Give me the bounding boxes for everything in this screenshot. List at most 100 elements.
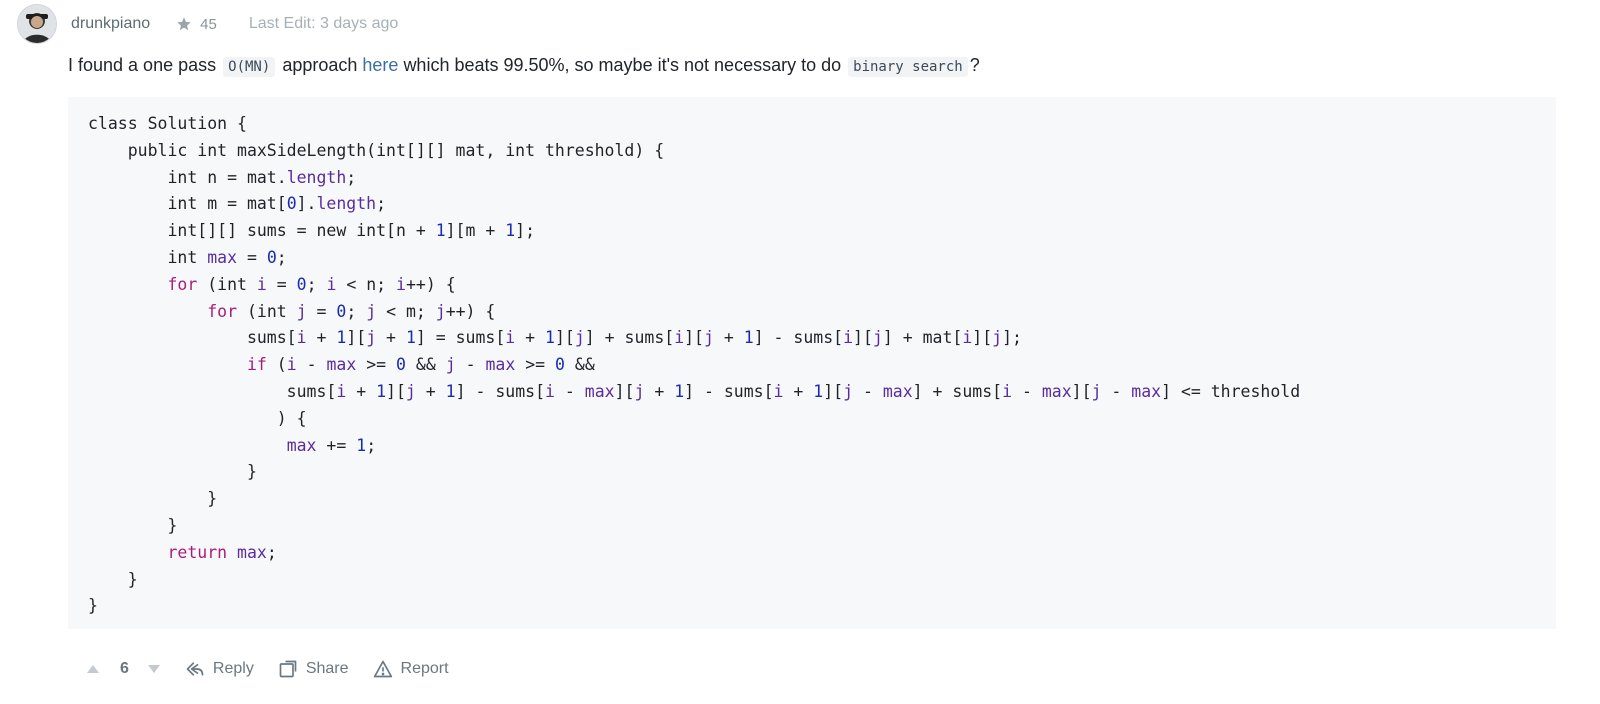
code-token: 1 [813,381,824,401]
code-token: j [1091,381,1102,401]
inline-code-complexity: O(MN) [223,57,276,77]
code-token: max [882,381,913,401]
code-token: 0 [296,274,307,294]
code-line: sums[i + 1][j + 1] = sums[i + 1][j] + su… [88,325,1556,352]
code-token: ] - sums[ [753,328,844,348]
code-token: = [237,247,267,267]
reply-button[interactable]: Reply [185,659,254,679]
code-token: ][ [346,328,367,348]
code-token: int [88,247,208,267]
code-token: ; [276,247,287,267]
report-button[interactable]: Report [373,659,449,679]
code-token: j [704,328,714,348]
upvote-icon[interactable] [86,664,100,674]
code-token: 0 [555,355,565,375]
code-token: 1 [545,328,555,348]
share-label: Share [305,660,349,677]
downvote-icon[interactable] [147,664,161,674]
code-token: i [296,328,307,348]
code-token: max [1041,381,1072,401]
code-token: i [545,381,555,401]
code-token: - [554,381,585,401]
last-edit-timestamp: Last Edit: 3 days ago [248,15,399,32]
code-token: ][ [684,328,704,348]
code-token: for [207,301,238,321]
author-name[interactable]: drunkpiano [71,15,150,33]
code-token: j [634,381,645,401]
code-token: max [326,355,357,375]
code-token: < n; [336,274,397,294]
avatar-image [18,5,56,43]
code-token: 1 [356,435,367,455]
report-label: Report [400,660,449,677]
code-token: + [376,328,406,348]
code-token: int n = mat. [88,167,287,187]
code-line: } [88,486,1556,513]
code-line: int max = 0; [88,245,1556,272]
code-token: ; [266,542,277,562]
code-token: ] = sums[ [415,328,506,348]
code-line: public int maxSideLength(int[][] mat, in… [88,138,1556,165]
code-line: } [88,513,1556,540]
share-icon [279,660,297,678]
code-line: int m = mat[0].length; [88,191,1556,218]
code-token: ; [376,194,387,214]
code-token: ][m + [445,221,506,241]
share-button[interactable]: Share [278,659,349,679]
code-token: 0 [286,194,297,214]
code-token: + [415,381,446,401]
code-token: + [644,381,675,401]
code-line: } [88,593,1556,620]
code-token: + [306,328,337,348]
here-link[interactable]: here [362,55,398,75]
code-token: >= [356,355,397,375]
code-token: i [773,381,784,401]
code-token: (int [237,301,297,321]
code-token: class Solution { [88,114,247,133]
code-token: j [296,301,307,321]
code-token: max [1131,381,1162,401]
code-line: return max; [88,540,1556,567]
code-token: if [246,355,267,375]
code-token: ] - sums[ [684,381,774,401]
code-token: j [405,381,416,401]
code-token: } [88,596,98,616]
code-token: + [783,381,814,401]
code-token: j [435,301,446,321]
code-line: ) { [88,406,1556,433]
reply-label: Reply [212,660,254,677]
code-token: length [286,167,347,187]
code-token: ; [306,274,327,294]
code-token: i [396,274,406,294]
code-token: max [485,355,516,375]
report-icon [373,660,392,678]
code-token: } [88,489,218,509]
inline-code-binary-search: binary search [848,57,968,77]
code-token: } [88,569,138,589]
code-line: sums[i + 1][j + 1] - sums[i - max][j + 1… [88,379,1556,406]
code-line: for (int j = 0; j < m; j++) { [88,299,1556,326]
code-line: int n = mat.length; [88,165,1556,192]
code-token: < m; [376,301,436,321]
code-token: i [674,328,685,348]
code-token: ] - sums[ [455,381,546,401]
comment-text-part: ? [969,55,980,75]
code-token: ]; [515,221,536,241]
code-token: ][ [823,381,844,401]
code-token: - [1012,381,1042,401]
code-token: 0 [396,355,406,375]
avatar[interactable] [17,4,57,44]
code-token: ] + sums[ [584,328,675,348]
code-token: j [574,328,585,348]
code-token: i [505,328,516,348]
code-token: 1 [505,221,516,241]
code-token: ][ [614,381,635,401]
code-token: j [843,381,854,401]
comment-text-part: which beats 99.50%, so maybe it's not ne… [403,55,842,75]
code-token: ; [346,301,367,321]
code-token: ]. [296,194,317,214]
code-token: - [853,381,883,401]
code-line: for (int i = 0; i < n; i++) { [88,272,1556,299]
